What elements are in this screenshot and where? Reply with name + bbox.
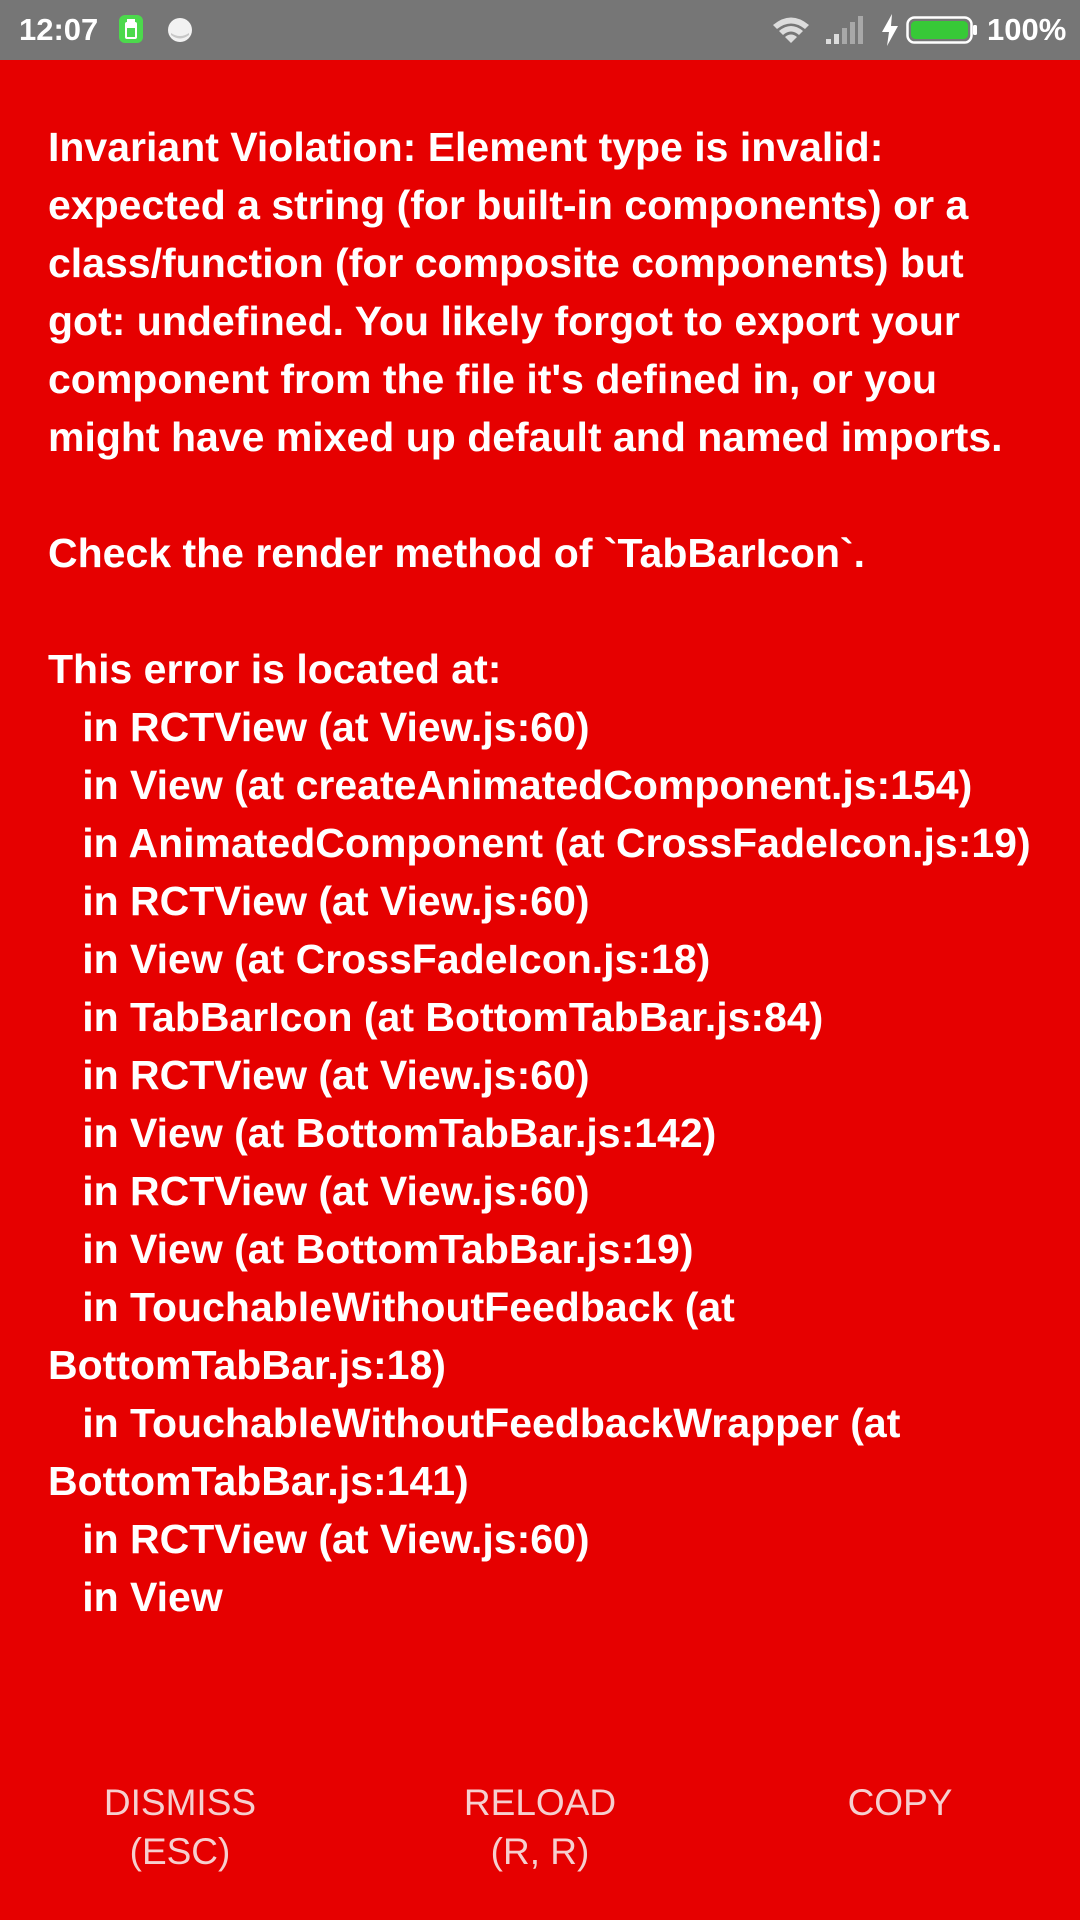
battery-percent: 100% — [987, 12, 1067, 47]
status-time: 12:07 — [19, 12, 99, 47]
signal-icon — [826, 16, 863, 44]
copy-button[interactable]: COPY — [750, 1760, 1050, 1920]
dismiss-button-shortcut: (ESC) — [129, 1831, 231, 1872]
battery-icon — [906, 16, 977, 44]
reload-button[interactable]: RELOAD (R, R) — [390, 1760, 690, 1920]
reload-button-label: RELOAD — [463, 1782, 617, 1823]
charging-bolt-icon — [882, 14, 898, 46]
error-message-scroll[interactable]: Invariant Violation: Element type is inv… — [48, 118, 1048, 1750]
wifi-icon — [773, 17, 809, 43]
dismiss-button[interactable]: DISMISS (ESC) — [30, 1760, 330, 1920]
redbox-button-bar: DISMISS (ESC) RELOAD (R, R) COPY — [0, 1760, 1080, 1920]
battery-saver-app-icon — [119, 15, 143, 43]
reload-button-shortcut: (R, R) — [490, 1831, 590, 1872]
status-bar: 12:07 100% — [0, 0, 1080, 60]
copy-button-label: COPY — [847, 1782, 953, 1823]
dismiss-button-label: DISMISS — [103, 1782, 257, 1823]
error-message: Invariant Violation: Element type is inv… — [48, 124, 1031, 1620]
notification-dot-icon — [168, 18, 192, 42]
